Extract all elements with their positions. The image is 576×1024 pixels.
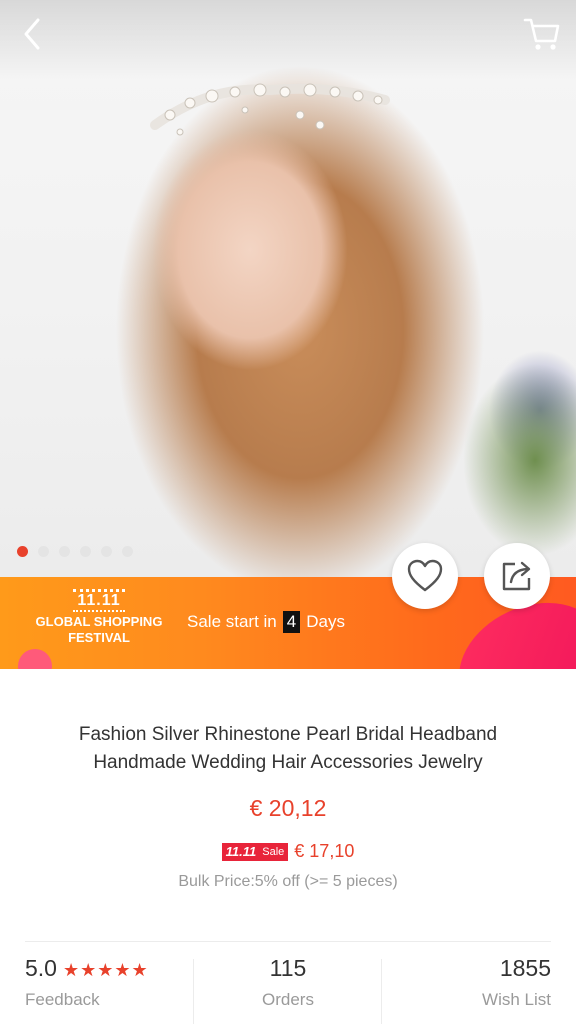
wishlist-stat[interactable]: 1855 Wish List — [382, 955, 551, 1024]
banner-decoration — [18, 649, 52, 669]
bulk-price[interactable]: Bulk Price:5% off (>= 5 pieces) — [0, 873, 576, 891]
festival-logo: 11.11 GLOBAL SHOPPING FESTIVAL — [34, 589, 164, 646]
orders-stat[interactable]: 115 Orders — [194, 955, 382, 1024]
rating-stars: ★★★★★ — [62, 960, 149, 981]
sale-countdown-days: 4 — [282, 611, 301, 633]
gallery-dot[interactable] — [80, 546, 91, 557]
wishlist-label: Wish List — [482, 990, 551, 1009]
gallery-dots — [17, 546, 133, 557]
rating-value: 5.0 — [25, 955, 57, 981]
product-title-line2: Handmade Wedding Hair Accessories Jewelr… — [93, 752, 483, 773]
gallery-dot[interactable] — [122, 546, 133, 557]
wishlist-button[interactable] — [392, 543, 458, 609]
gallery-dot[interactable] — [101, 546, 112, 557]
festival-line1: GLOBAL SHOPPING — [35, 614, 163, 629]
share-icon — [502, 561, 531, 591]
feedback-stat[interactable]: 5.0 ★★★★★ Feedback — [25, 955, 195, 1024]
sale-countdown: Sale start in 4 Days — [187, 611, 345, 633]
orders-value: 115 — [269, 955, 307, 981]
sale-price: € 17,10 — [294, 841, 355, 861]
sale-price-row: 11.11 Sale € 17,10 — [0, 841, 576, 862]
product-title-line1: Fashion Silver Rhinestone Pearl Bridal H… — [78, 724, 498, 745]
gallery-dot[interactable] — [59, 546, 70, 557]
product-price: € 20,12 — [249, 795, 327, 821]
stats-bar: 5.0 ★★★★★ Feedback 115 Orders 1855 Wish L… — [0, 955, 576, 1024]
feedback-label: Feedback — [25, 990, 100, 1009]
back-icon[interactable] — [16, 16, 52, 52]
orders-label: Orders — [262, 990, 314, 1009]
sale-badge: 11.11 Sale — [221, 842, 289, 861]
product-title: Fashion Silver Rhinestone Pearl Bridal H… — [30, 721, 546, 777]
festival-line2: FESTIVAL — [68, 630, 130, 645]
sale-badge-label: Sale — [262, 845, 285, 858]
wishlist-value: 1855 — [499, 955, 551, 981]
product-image[interactable] — [0, 0, 576, 577]
sale-countdown-unit: Days — [306, 612, 345, 631]
heart-icon — [407, 559, 443, 592]
gallery-dot-active[interactable] — [17, 546, 28, 557]
divider — [25, 941, 551, 942]
festival-mark: 11.11 — [73, 589, 125, 612]
sale-countdown-prefix: Sale start in — [187, 612, 277, 631]
cart-icon[interactable] — [522, 14, 562, 54]
headband-illustration — [150, 83, 390, 136]
share-button[interactable] — [484, 543, 550, 609]
gallery-dot[interactable] — [38, 546, 49, 557]
image-top-shade — [0, 0, 576, 80]
sale-badge-mark: 11.11 — [225, 844, 257, 859]
